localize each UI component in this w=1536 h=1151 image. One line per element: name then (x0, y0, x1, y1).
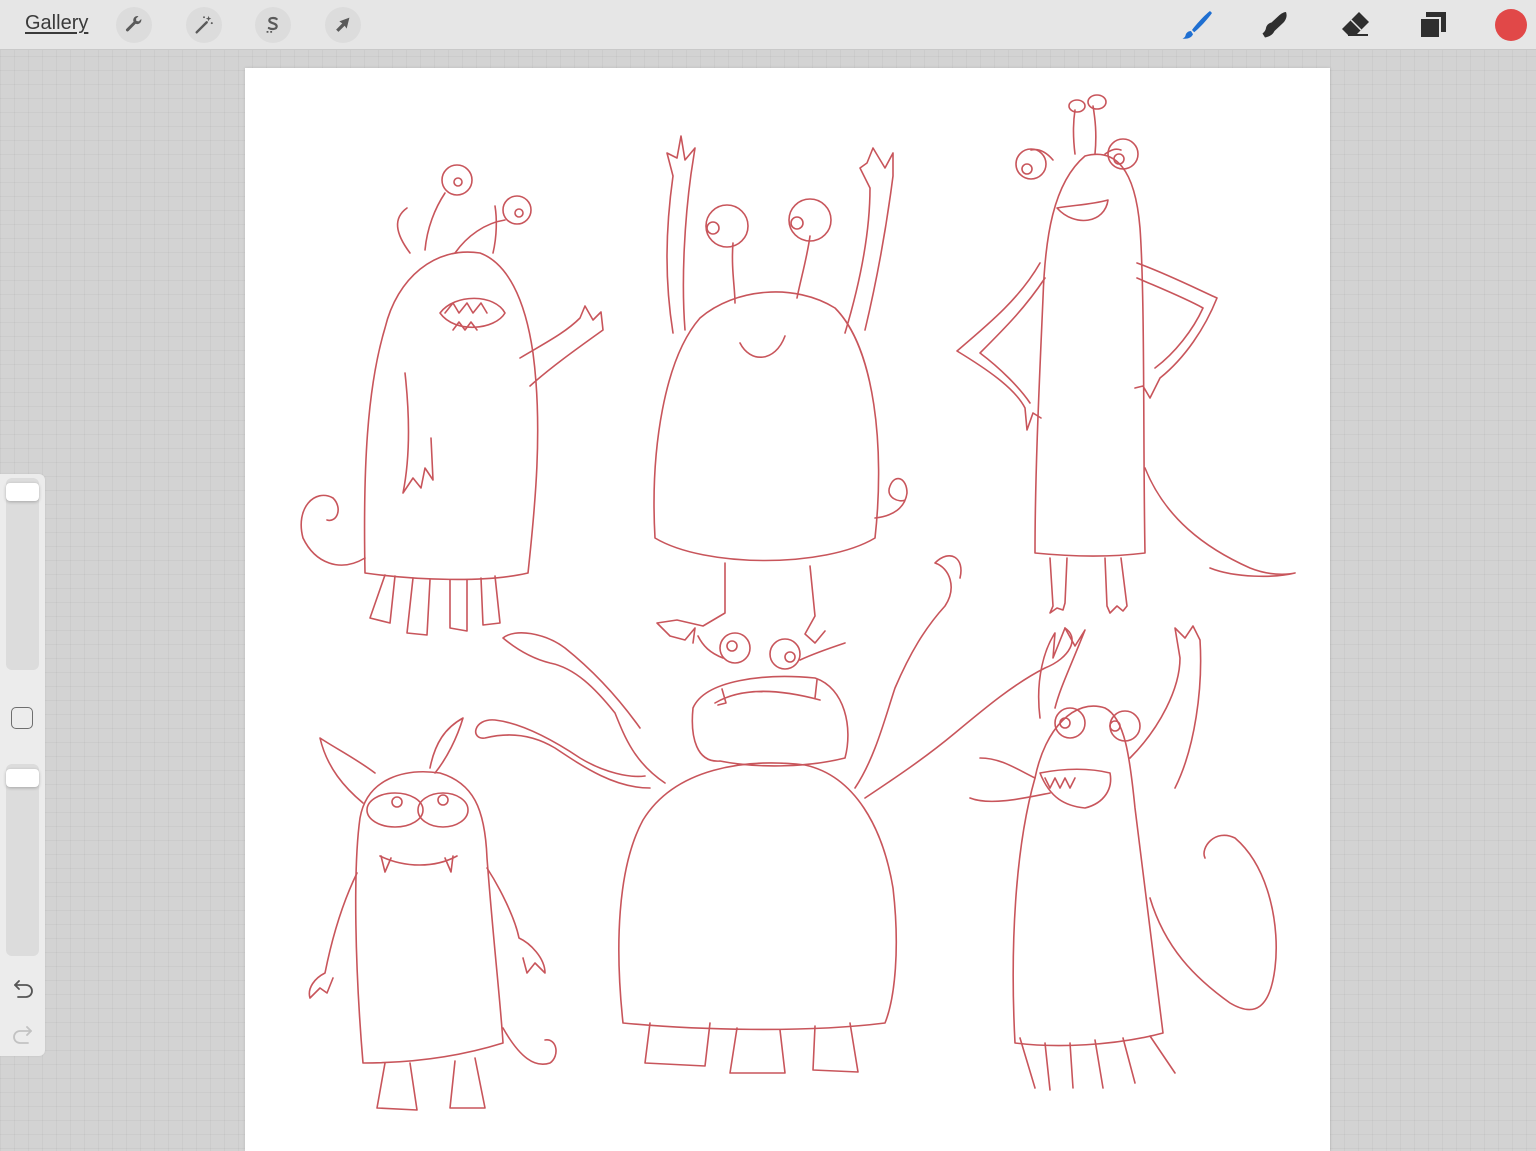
smudge-finger-icon (1262, 12, 1287, 38)
adjustments-button[interactable] (186, 7, 222, 43)
undo-arrow-icon (14, 980, 33, 998)
monster-bottom-center (474, 555, 1073, 1074)
layers-icon (1419, 12, 1446, 39)
arrow-cursor-icon (336, 17, 350, 32)
drawing-canvas[interactable] (245, 68, 1330, 1151)
modify-button[interactable] (11, 707, 33, 729)
monster-top-left (300, 164, 604, 636)
opacity-slider-thumb[interactable] (6, 769, 39, 788)
opacity-slider[interactable] (6, 764, 39, 956)
actions-button[interactable] (116, 7, 152, 43)
brush-icon (1182, 11, 1212, 39)
color-picker-button[interactable] (1495, 9, 1527, 41)
selection-button[interactable] (255, 7, 291, 43)
brush-size-slider-thumb[interactable] (6, 483, 39, 502)
monster-top-right (956, 94, 1296, 614)
top-toolbar: Gallery (0, 0, 1536, 50)
monster-top-center (653, 135, 908, 644)
magic-wand-icon (195, 15, 213, 34)
eraser-tool-button[interactable] (1337, 7, 1373, 43)
redo-arrow-icon (13, 1026, 32, 1044)
wrench-icon (125, 16, 142, 32)
undo-button[interactable] (9, 976, 37, 1004)
sidebar (0, 474, 45, 1056)
layers-button[interactable] (1415, 7, 1451, 43)
brush-size-slider[interactable] (6, 478, 39, 670)
smudge-tool-button[interactable] (1257, 7, 1293, 43)
eraser-icon (1342, 12, 1369, 36)
transform-button[interactable] (325, 7, 361, 43)
monster-sketch (300, 94, 1296, 1111)
monster-bottom-right (969, 625, 1278, 1091)
monster-bottom-left (308, 717, 557, 1111)
brush-tool-button[interactable] (1179, 7, 1215, 43)
selection-s-icon (266, 16, 278, 33)
gallery-button[interactable]: Gallery (25, 12, 88, 35)
redo-button[interactable] (9, 1022, 37, 1050)
